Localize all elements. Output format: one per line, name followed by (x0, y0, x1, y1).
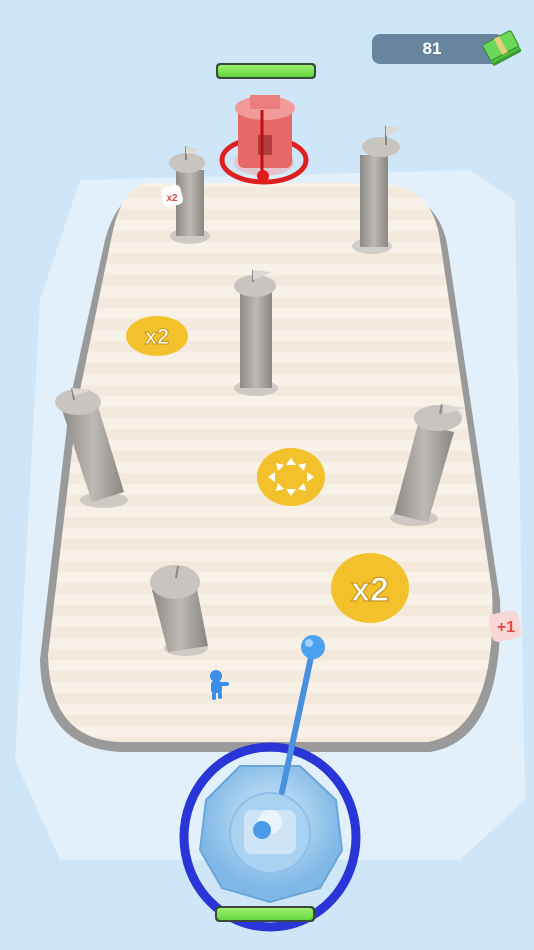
enemy-health-bar (216, 63, 316, 79)
game-scene: x2 x2 x2 +1 (0, 0, 534, 950)
player-castle[interactable] (179, 742, 361, 932)
player-health-fill (217, 908, 313, 920)
bonus-die-left-label: x2 (166, 193, 178, 204)
multiplier-pad-left[interactable]: x2 (126, 316, 188, 356)
player-health-bar (215, 906, 315, 922)
multiplier-left-label: x2 (145, 324, 169, 349)
multiplier-right-label: x2 (351, 571, 389, 609)
money-counter: 81 (372, 30, 522, 66)
enemy-ball (257, 170, 269, 182)
enemy-health-fill (218, 65, 314, 77)
spread-pad[interactable] (257, 448, 325, 506)
cannon-ball (253, 821, 271, 839)
cash-stack-icon (484, 30, 522, 66)
money-value: 81 (422, 39, 442, 58)
aim-target[interactable] (301, 635, 325, 659)
tower-center[interactable] (234, 270, 278, 396)
multiplier-pad-right[interactable]: x2 (331, 553, 409, 623)
bonus-die-right-label: +1 (497, 619, 515, 636)
